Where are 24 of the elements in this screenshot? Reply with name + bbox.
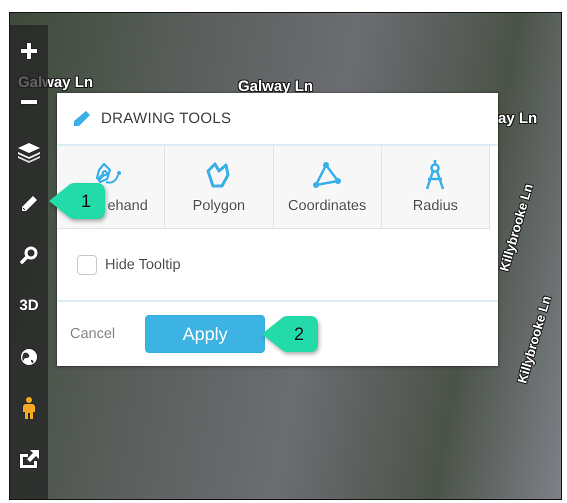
cancel-button[interactable]: Cancel	[70, 326, 116, 342]
dialog-title: DRAWING TOOLS	[101, 110, 232, 127]
layers-icon[interactable]	[18, 142, 40, 162]
globe-icon[interactable]	[20, 348, 38, 366]
triangle-points-icon	[312, 161, 342, 189]
callout-badge: 1	[49, 182, 107, 220]
street-label: Galway Ln	[238, 78, 314, 95]
3d-button[interactable]: 3D	[19, 297, 39, 314]
callout-badge: 2	[262, 315, 320, 353]
street-label: ay Ln	[498, 110, 538, 127]
checkbox-label: Hide Tooltip	[105, 256, 181, 272]
zoom-out-icon[interactable]	[21, 100, 37, 104]
pencil-icon[interactable]	[20, 194, 38, 212]
checkbox[interactable]	[77, 254, 97, 274]
tool-tile[interactable]: Coordinates	[274, 146, 382, 228]
zoom-in-icon[interactable]	[21, 42, 37, 58]
tool-tile[interactable]: Radius	[382, 146, 490, 228]
tool-tile[interactable]: Polygon	[165, 146, 274, 228]
share-icon[interactable]	[19, 450, 39, 468]
street-label: Galway Ln	[18, 74, 94, 91]
compass-icon	[424, 160, 446, 190]
pencil-icon	[73, 110, 91, 128]
person-icon[interactable]	[23, 396, 35, 418]
search-icon[interactable]	[20, 246, 38, 264]
